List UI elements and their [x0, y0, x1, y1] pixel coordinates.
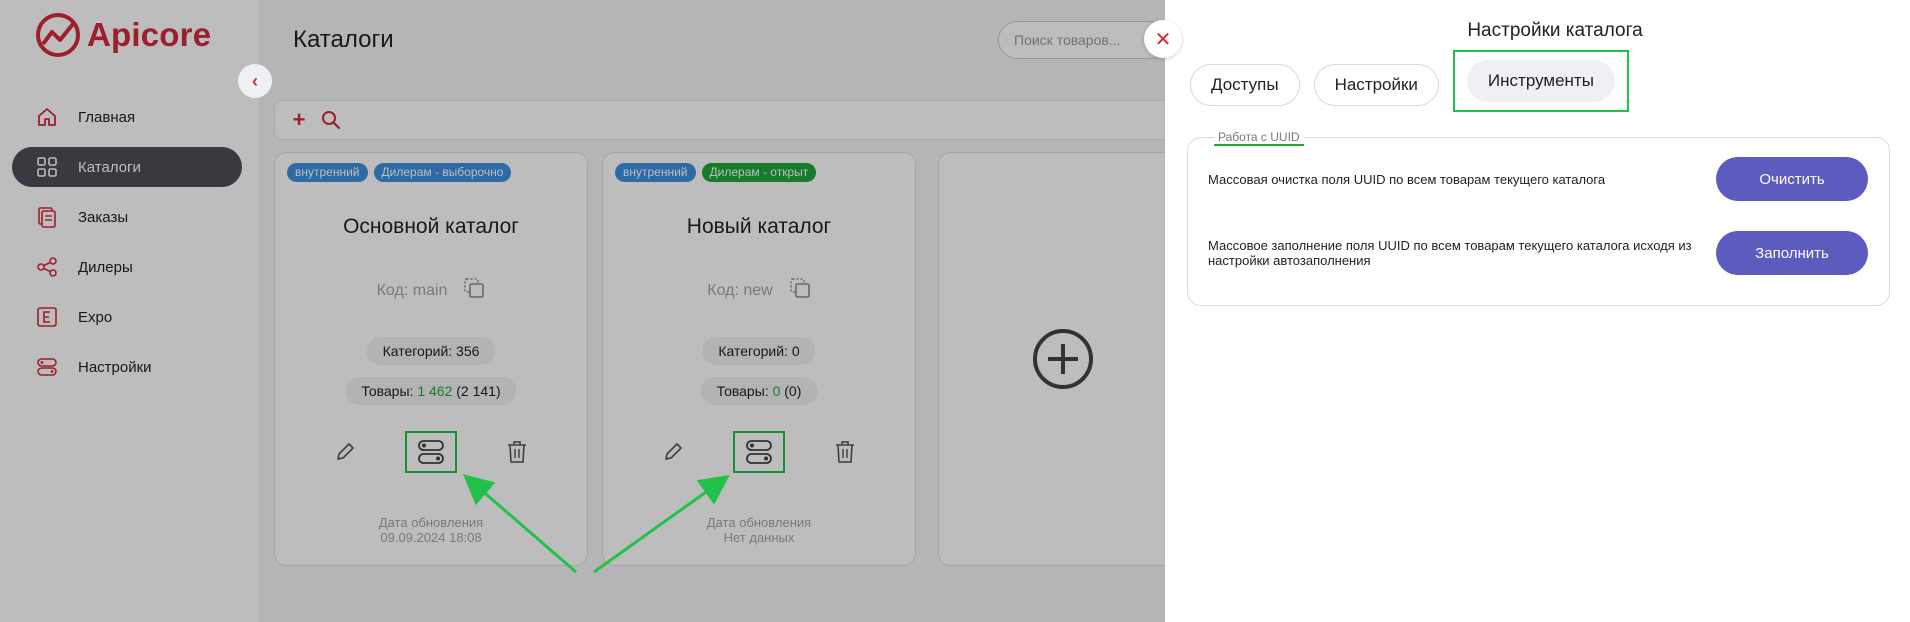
tab-tools[interactable]: Инструменты [1466, 60, 1615, 102]
collapse-sidebar-button[interactable]: ‹ [238, 64, 272, 98]
uuid-clear-row: Массовая очистка поля UUID по всем товар… [1208, 157, 1868, 201]
close-icon: ✕ [1154, 28, 1172, 51]
section-legend: Работа с UUID [1214, 130, 1304, 146]
tab-settings[interactable]: Настройки [1313, 64, 1439, 106]
fill-button[interactable]: Заполнить [1716, 231, 1868, 275]
tab-access[interactable]: Доступы [1190, 64, 1300, 106]
catalog-settings-drawer: Настройки каталога Доступы Настройки Инс… [1165, 0, 1910, 622]
chevron-left-icon: ‹ [252, 70, 258, 91]
drawer-title: Настройки каталога [1467, 20, 1643, 41]
uuid-section: Работа с UUID Массовая очистка поля UUID… [1187, 130, 1890, 306]
modal-overlay[interactable] [0, 0, 1165, 622]
drawer-tabs: Доступы Настройки Инструменты [1190, 50, 1629, 112]
close-drawer-button[interactable]: ✕ [1144, 20, 1182, 58]
uuid-fill-row: Массовое заполнение поля UUID по всем то… [1208, 231, 1868, 275]
tab-highlight: Инструменты [1452, 50, 1629, 112]
uuid-clear-description: Массовая очистка поля UUID по всем товар… [1208, 171, 1606, 187]
uuid-fill-description: Массовое заполнение поля UUID по всем то… [1208, 238, 1692, 268]
clear-button[interactable]: Очистить [1716, 157, 1868, 201]
